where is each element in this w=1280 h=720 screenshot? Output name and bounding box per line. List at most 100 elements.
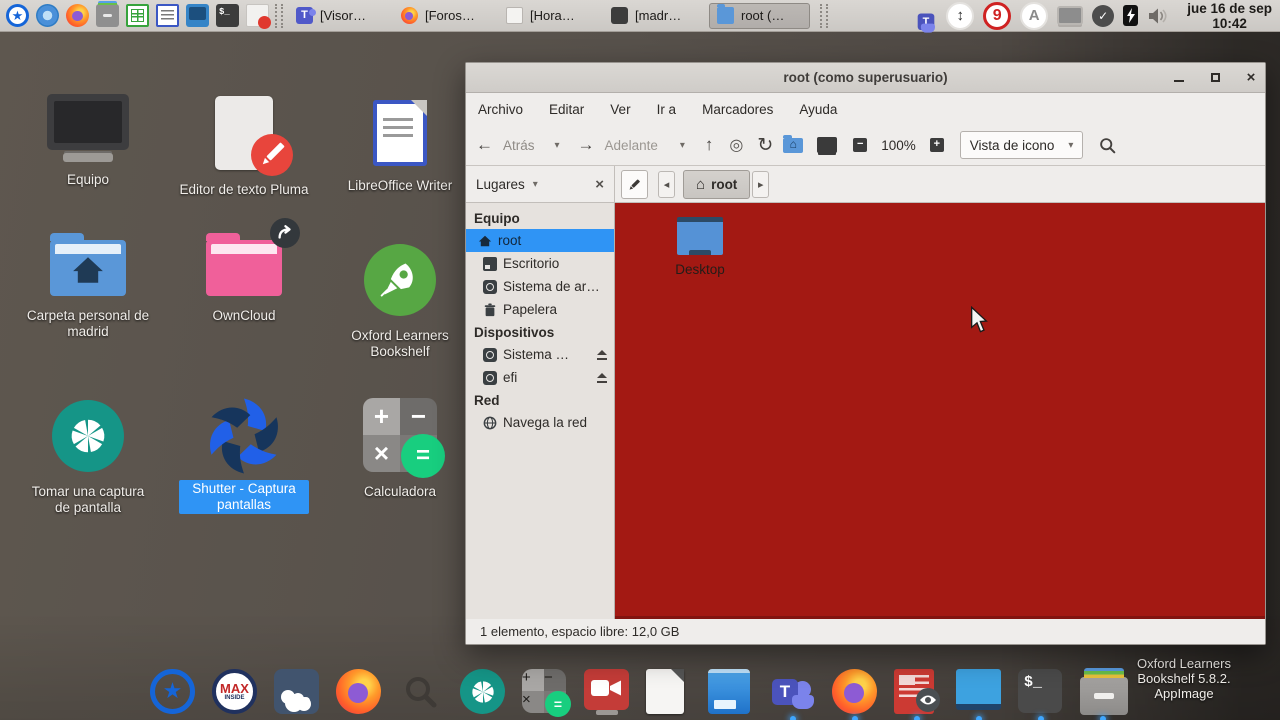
- display-tray-icon[interactable]: [1057, 6, 1083, 25]
- task-button-visor[interactable]: T [Visor…: [289, 3, 390, 29]
- dock-screenshot[interactable]: [460, 669, 505, 714]
- letter-a-badge[interactable]: A: [1020, 2, 1048, 30]
- refresh-button[interactable]: ↻: [757, 134, 773, 157]
- desktop-icon-pluma[interactable]: Editor de texto Pluma: [168, 96, 320, 198]
- sidebar-header-equipo: Equipo: [466, 207, 614, 229]
- toolbar: ← Atrás ▾ → Adelante ▾ ↑ ◎ ↻ ⌂ − 100% + …: [466, 125, 1265, 166]
- menu-editar[interactable]: Editar: [549, 102, 584, 117]
- minimize-button[interactable]: [1171, 70, 1187, 86]
- eject-icon[interactable]: [596, 350, 608, 360]
- battery-icon[interactable]: [1123, 5, 1138, 26]
- zoom-in-button[interactable]: +: [930, 138, 944, 152]
- volume-icon[interactable]: [1147, 6, 1168, 26]
- dock-appimage-archive[interactable]: [1080, 669, 1125, 714]
- folder-view[interactable]: Desktop: [615, 203, 1265, 619]
- dock-firefox[interactable]: [336, 669, 381, 714]
- menu-archivo[interactable]: Archivo: [478, 102, 523, 117]
- pluma-icon[interactable]: [246, 4, 269, 27]
- sidebar-item-filesystem[interactable]: Sistema de ar…: [466, 275, 614, 298]
- chevron-down-icon[interactable]: ▾: [533, 179, 538, 190]
- task-button-madr[interactable]: [madr…: [604, 3, 705, 29]
- dock-display-app[interactable]: [956, 669, 1001, 714]
- check-tray-icon[interactable]: ✓: [1092, 5, 1114, 27]
- libreoffice-calc-icon[interactable]: [126, 4, 149, 27]
- up-button[interactable]: ↑: [705, 135, 714, 155]
- computer-button[interactable]: [817, 137, 837, 153]
- sidebar-item-root[interactable]: root: [466, 229, 614, 252]
- teams-tray-icon[interactable]: T: [917, 7, 936, 25]
- desktop-icon-equipo[interactable]: Equipo: [12, 94, 164, 188]
- panel-separator: [820, 4, 828, 28]
- dock-calculator[interactable]: + − × =: [522, 669, 567, 714]
- chromium-icon[interactable]: [36, 4, 59, 27]
- dock-teams[interactable]: T: [770, 669, 815, 714]
- sidebar-item-escritorio[interactable]: Escritorio: [466, 252, 614, 275]
- firefox-icon[interactable]: [66, 4, 89, 27]
- dock-firefox-running[interactable]: [832, 669, 877, 714]
- breadcrumb-root-button[interactable]: ⌂ root: [683, 170, 750, 199]
- dock-libreoffice[interactable]: [646, 669, 691, 714]
- file-manager-icon[interactable]: [186, 4, 209, 27]
- home-button[interactable]: ⌂: [783, 138, 803, 153]
- eject-icon[interactable]: [596, 373, 608, 383]
- dock-screen-recorder[interactable]: [584, 669, 629, 714]
- dock-terminal[interactable]: $_: [1018, 669, 1063, 714]
- back-dropdown[interactable]: ▾: [555, 140, 560, 151]
- edit-location-button[interactable]: [621, 170, 648, 199]
- task-button-root-active[interactable]: root (…: [709, 3, 810, 29]
- running-indicator: [976, 716, 982, 720]
- desktop-icon-shutter[interactable]: Shutter - Captura pantallas: [168, 396, 320, 514]
- desktop-icon-home-folder[interactable]: Carpeta personal de madrid: [12, 240, 164, 340]
- panel-launchers: ★ $_: [6, 4, 269, 27]
- desktop-icon-calculator[interactable]: + − × = Calculadora: [324, 398, 476, 500]
- dock-document-viewer[interactable]: [894, 669, 939, 714]
- close-button[interactable]: ×: [1243, 70, 1259, 86]
- places-panel-header[interactable]: Lugares ▾ ×: [466, 166, 615, 202]
- sidebar-item-papelera[interactable]: Papelera: [466, 298, 614, 321]
- desktop-icon-screenshot[interactable]: Tomar una captura de pantalla: [12, 400, 164, 516]
- task-button-foros[interactable]: [Foros…: [394, 3, 495, 29]
- task-button-hora[interactable]: [Hora…: [499, 3, 600, 29]
- back-button[interactable]: ←: [476, 135, 493, 155]
- libreoffice-writer-icon[interactable]: [156, 4, 179, 27]
- zoom-out-button[interactable]: −: [853, 138, 867, 152]
- breadcrumb-right-button[interactable]: ▸: [752, 171, 769, 198]
- desktop-icon-writer[interactable]: LibreOffice Writer: [324, 100, 476, 194]
- updown-indicator-icon[interactable]: ↕: [946, 2, 974, 30]
- appimage-label[interactable]: Oxford Learners Bookshelf 5.8.2. AppImag…: [1122, 656, 1246, 701]
- dock-max-inside[interactable]: MAXINSIDE: [212, 669, 257, 714]
- desktop-screen: { "panel": { "clock_line1": "jue 16 de s…: [0, 0, 1280, 720]
- close-sidebar-icon[interactable]: ×: [595, 176, 604, 193]
- home-icon: ⌂: [696, 176, 705, 193]
- forward-label[interactable]: Adelante: [605, 138, 658, 153]
- sidebar-item-network[interactable]: Navega la red: [466, 411, 614, 434]
- sidebar-item-efi[interactable]: efi: [466, 366, 614, 389]
- dock-search[interactable]: [398, 669, 443, 714]
- dock-shutter-star[interactable]: ★: [150, 669, 195, 714]
- shutter-launcher-icon[interactable]: ★: [6, 4, 29, 27]
- menu-ayuda[interactable]: Ayuda: [799, 102, 837, 117]
- maximize-button[interactable]: [1207, 70, 1223, 86]
- breadcrumb-left-button[interactable]: ◂: [658, 171, 675, 198]
- menu-ver[interactable]: Ver: [610, 102, 630, 117]
- file-item-desktop[interactable]: Desktop: [655, 217, 745, 277]
- stop-button[interactable]: ◎: [729, 135, 743, 155]
- menu-ira[interactable]: Ir a: [657, 102, 677, 117]
- desktop-icon-oxford[interactable]: Oxford Learners Bookshelf: [324, 244, 476, 360]
- terminal-icon[interactable]: $_: [216, 4, 239, 27]
- clock[interactable]: jue 16 de sep 10:42: [1187, 1, 1272, 31]
- archive-manager-icon[interactable]: [96, 4, 119, 27]
- sidebar-item-sistema[interactable]: Sistema …: [466, 343, 614, 366]
- forward-button[interactable]: →: [578, 135, 595, 155]
- dock-file-manager[interactable]: [708, 669, 753, 714]
- firefox-icon: [401, 7, 418, 24]
- updates-badge[interactable]: 9: [983, 2, 1011, 30]
- back-label[interactable]: Atrás: [503, 138, 535, 153]
- dock-owncloud[interactable]: [274, 669, 319, 714]
- title-bar[interactable]: root (como superusuario) ×: [466, 63, 1265, 93]
- view-mode-select[interactable]: Vista de icono ▾: [960, 131, 1084, 159]
- menu-marcadores[interactable]: Marcadores: [702, 102, 773, 117]
- search-icon[interactable]: [1099, 137, 1116, 154]
- desktop-icon-owncloud[interactable]: OwnCloud: [168, 240, 320, 324]
- forward-dropdown[interactable]: ▾: [680, 140, 685, 151]
